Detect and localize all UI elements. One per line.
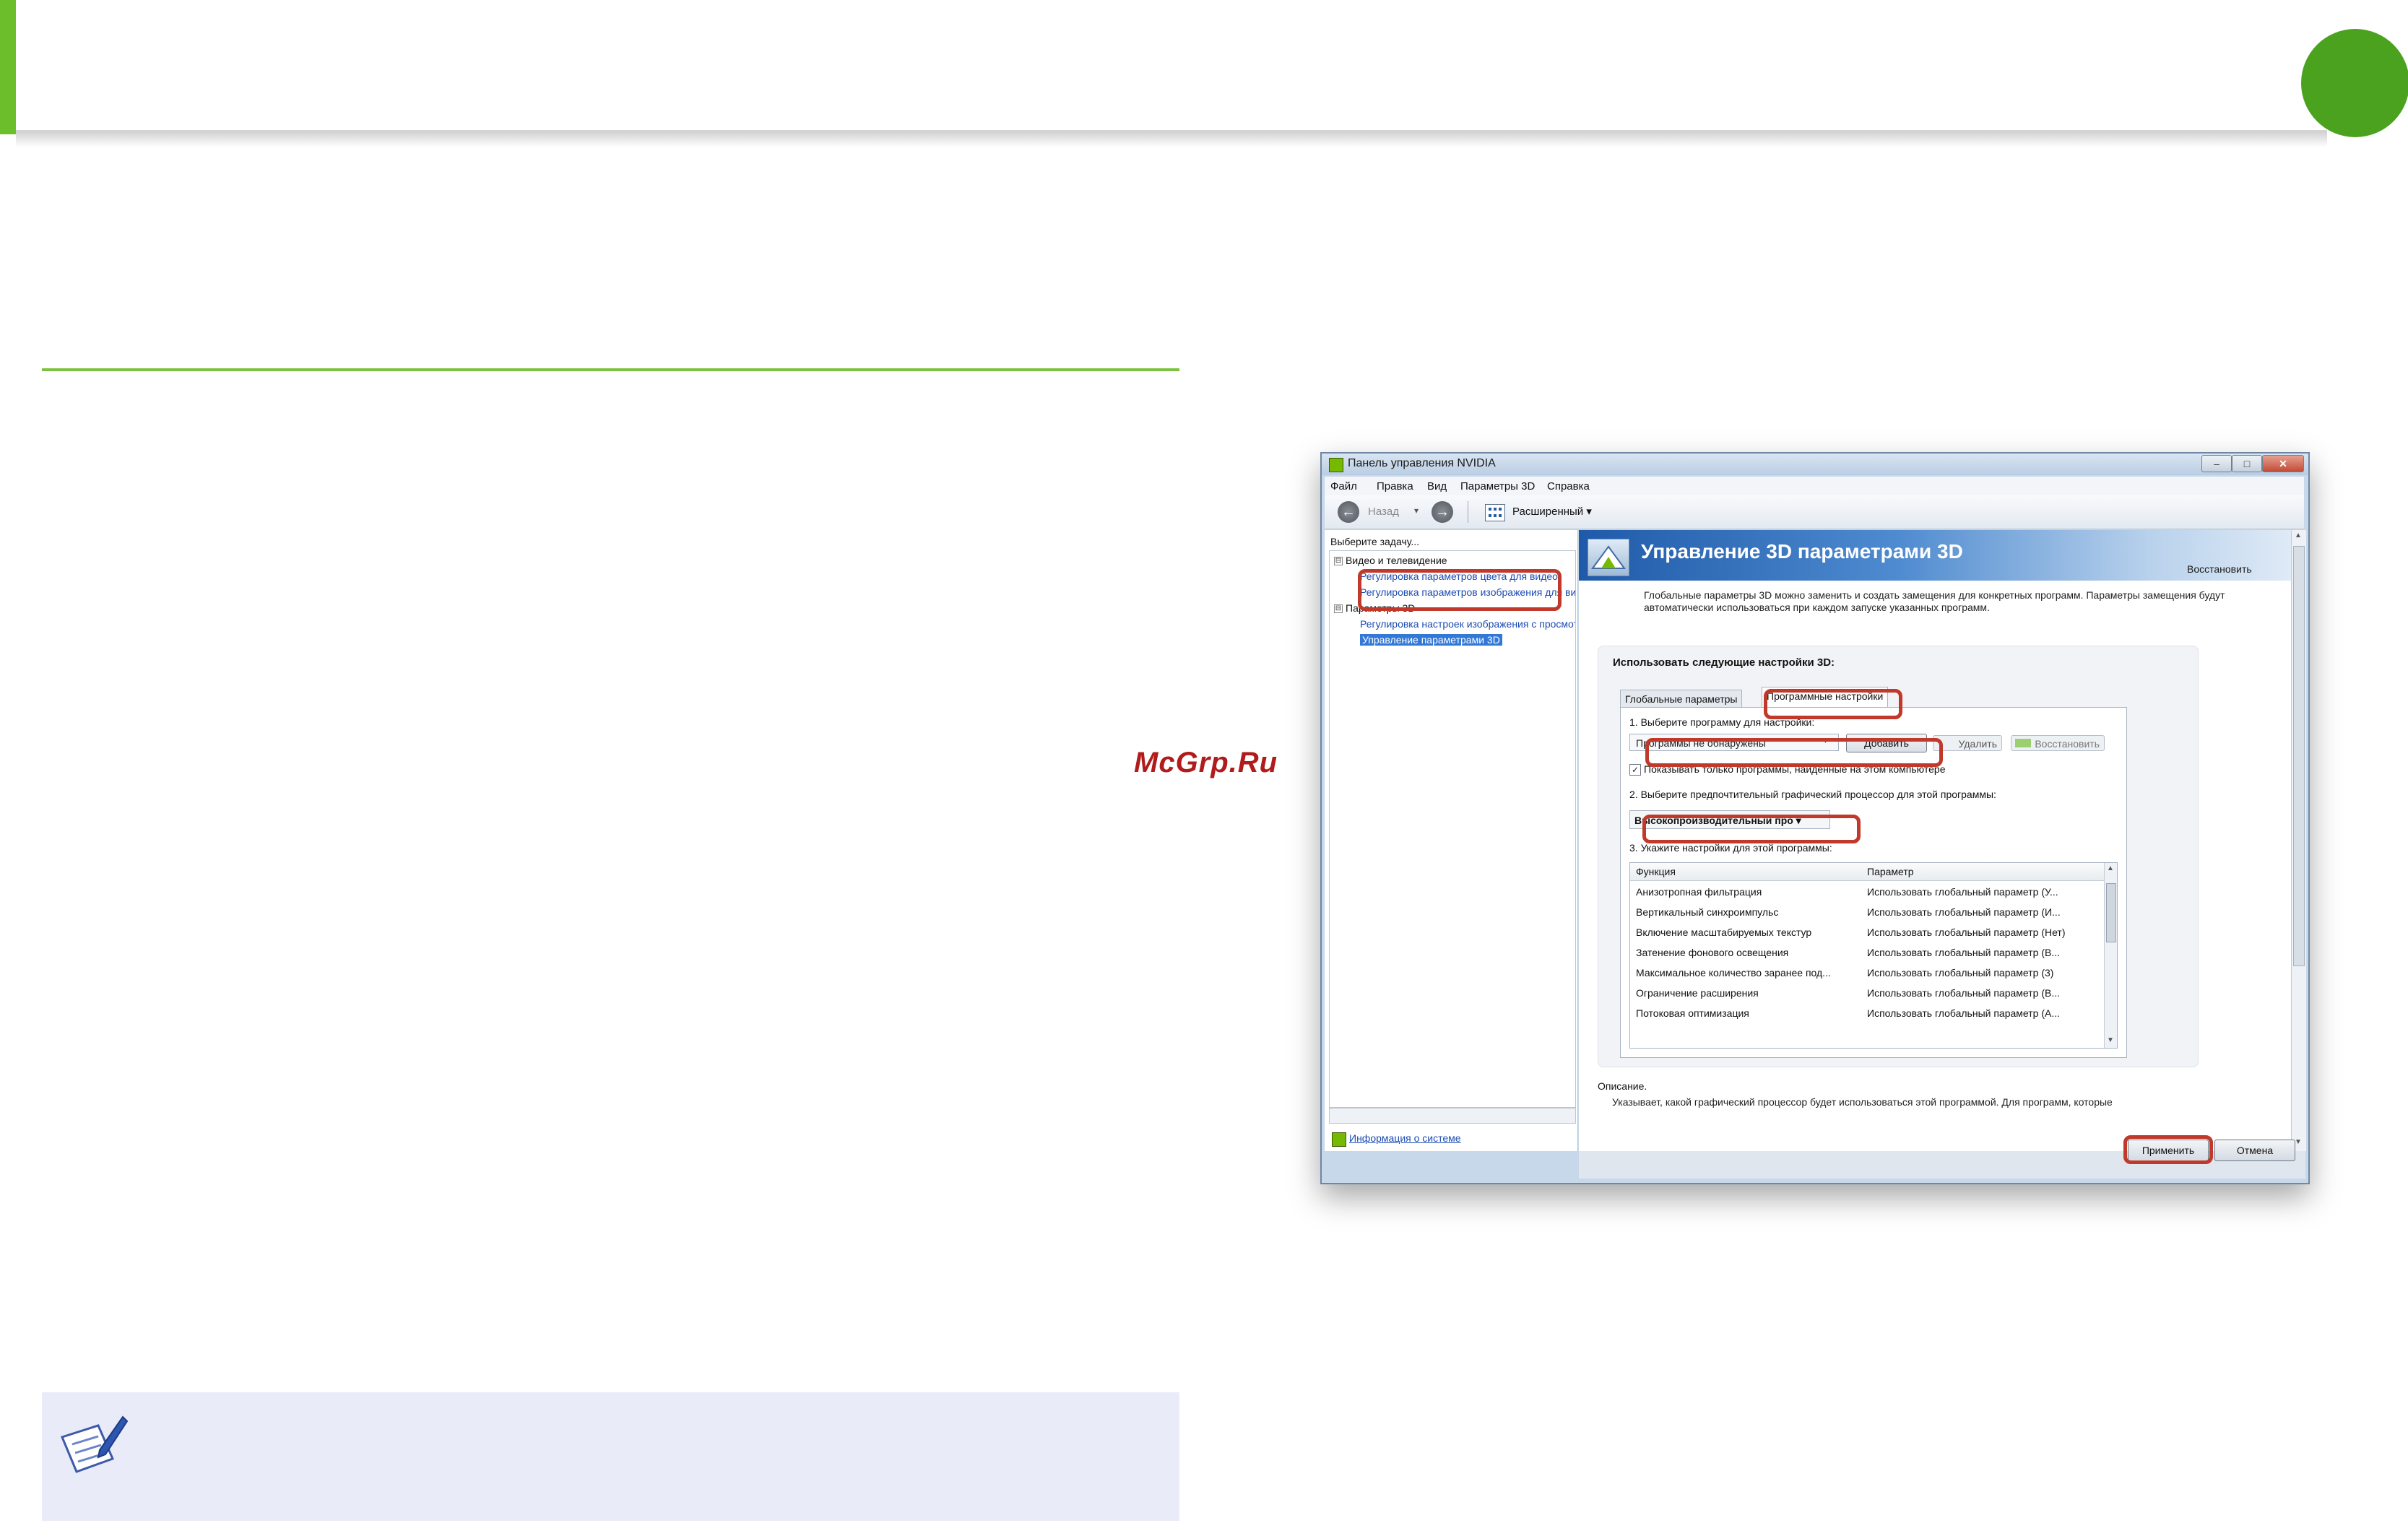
close-button[interactable]: ✕ — [2262, 455, 2304, 472]
back-button-label[interactable]: Назад — [1368, 506, 1399, 518]
watermark: McGrp.Ru — [1134, 747, 1278, 778]
grid-view-icon[interactable] — [1485, 504, 1505, 521]
scroll-up-icon[interactable]: ▲ — [2107, 864, 2114, 872]
window-title: Панель управления NVIDIA — [1348, 457, 1496, 469]
nvidia-control-panel-window: Панель управления NVIDIA – □ ✕ Файл Прав… — [1320, 452, 2310, 1184]
tree-category-video[interactable]: Видео и телевидение — [1346, 555, 1447, 566]
minimize-button[interactable]: – — [2201, 455, 2232, 472]
table-cell-param[interactable]: Использовать глобальный параметр (У... — [1867, 886, 2058, 898]
remove-program-button[interactable]: Удалить — [1933, 735, 2002, 751]
content-header: Управление 3D параметрами 3D Восстановит… — [1579, 530, 2291, 581]
page-title: Управление 3D параметрами 3D — [1641, 540, 1963, 563]
system-info-link[interactable]: Информация о системе — [1349, 1132, 1461, 1144]
back-history-dropdown[interactable]: ▾ — [1414, 506, 1419, 516]
settings-list-header: Функция Параметр — [1630, 863, 2104, 881]
scroll-up-icon[interactable]: ▲ — [2295, 531, 2302, 539]
table-row[interactable]: Затенение фонового освещения — [1636, 947, 1788, 958]
highlight-program-select — [1645, 738, 1943, 767]
nvidia-info-icon — [1332, 1132, 1346, 1147]
settings-list-scroll-thumb[interactable] — [2106, 883, 2116, 942]
section-divider — [42, 368, 1179, 371]
arrow-left-icon[interactable]: ← — [1338, 501, 1359, 523]
table-cell-param[interactable]: Использовать глобальный параметр (Нет) — [1867, 927, 2066, 938]
task-tree-hscrollbar[interactable] — [1329, 1108, 1576, 1124]
menu-bar: Файл Правка Вид Параметры 3D Справка — [1325, 477, 2304, 495]
tree-item-manage-3d[interactable]: Управление параметрами 3D — [1360, 634, 1502, 646]
task-tree: ⊟ Видео и телевидение Регулировка параме… — [1329, 550, 1576, 1108]
restore-icon — [2015, 739, 2031, 747]
menu-file[interactable]: Файл — [1330, 480, 1357, 493]
table-row[interactable]: Максимальное количество заранее под... — [1636, 967, 1831, 979]
header-divider — [16, 130, 2327, 147]
table-cell-param[interactable]: Использовать глобальный параметр (В... — [1867, 947, 2060, 958]
collapse-3d-icon[interactable]: ⊟ — [1334, 604, 1343, 613]
step2-label: 2. Выберите предпочтительный графический… — [1629, 789, 1996, 800]
description-text: Указывает, какой графический процессор б… — [1612, 1096, 2113, 1108]
menu-3d-settings[interactable]: Параметры 3D — [1460, 480, 1535, 493]
window-titlebar[interactable]: Панель управления NVIDIA – □ ✕ — [1322, 454, 2308, 475]
table-cell-param[interactable]: Использовать глобальный параметр (3) — [1867, 967, 2053, 979]
nvidia-logo-icon — [1329, 458, 1343, 472]
table-row[interactable]: Потоковая оптимизация — [1636, 1007, 1749, 1019]
tab-global-settings[interactable]: Глобальные параметры — [1620, 690, 1743, 708]
toolbar: ← Назад ▾ → Расширенный ▾ — [1325, 495, 2304, 529]
table-cell-param[interactable]: Использовать глобальный параметр (А... — [1867, 1007, 2060, 1019]
show-found-programs-checkbox[interactable]: ✓ — [1629, 764, 1641, 776]
3d-settings-icon — [1588, 539, 1629, 576]
table-row[interactable]: Ограничение расширения — [1636, 987, 1759, 999]
scroll-down-icon[interactable]: ▼ — [2295, 1138, 2302, 1146]
table-cell-param[interactable]: Использовать глобальный параметр (И... — [1867, 906, 2061, 918]
table-row[interactable]: Анизотропная фильтрация — [1636, 886, 1762, 898]
menu-edit[interactable]: Правка — [1377, 480, 1413, 493]
step3-label: 3. Укажите настройки для этой программы: — [1629, 842, 1832, 854]
collapse-video-icon[interactable]: ⊟ — [1334, 557, 1343, 565]
column-parameter[interactable]: Параметр — [1867, 866, 1914, 877]
description-label: Описание. — [1598, 1080, 1647, 1092]
settings-group-label: Использовать следующие настройки 3D: — [1613, 656, 1835, 669]
task-pane: Выберите задачу... ⊟ Видео и телевидение… — [1325, 530, 1578, 1151]
highlight-apply-button — [2123, 1135, 2213, 1164]
menu-view[interactable]: Вид — [1427, 480, 1447, 493]
page-marker-circle — [2301, 29, 2408, 137]
tree-item-manage-3d-label[interactable]: Управление параметрами 3D — [1360, 634, 1502, 646]
maximize-button[interactable]: □ — [2232, 455, 2262, 472]
highlight-gpu-select — [1642, 815, 1861, 843]
page-description: Глобальные параметры 3D можно заменить и… — [1644, 589, 2225, 613]
note-pencil-icon — [60, 1415, 129, 1473]
note-box — [42, 1392, 1179, 1521]
table-row[interactable]: Вертикальный синхроимпульс — [1636, 906, 1778, 918]
header-accent-bar — [0, 0, 16, 134]
task-pane-label: Выберите задачу... — [1330, 536, 1419, 547]
menu-help[interactable]: Справка — [1547, 480, 1590, 493]
table-cell-param[interactable]: Использовать глобальный параметр (В... — [1867, 987, 2060, 999]
highlight-video-items — [1358, 569, 1562, 611]
cancel-button[interactable]: Отмена — [2214, 1140, 2295, 1161]
column-function[interactable]: Функция — [1636, 866, 1676, 877]
settings-list: Функция Параметр Анизотропная фильтрация… — [1629, 862, 2118, 1049]
scroll-down-icon[interactable]: ▼ — [2107, 1036, 2114, 1044]
highlight-program-tab — [1764, 689, 1902, 719]
restore-link[interactable]: Восстановить — [2187, 563, 2252, 575]
table-row[interactable]: Включение масштабируемых текстур — [1636, 927, 1811, 938]
view-mode-dropdown[interactable]: Расширенный ▾ — [1512, 505, 1592, 518]
content-scroll-thumb[interactable] — [2293, 546, 2305, 966]
arrow-right-icon[interactable]: → — [1432, 501, 1453, 523]
tree-item-3d-preview[interactable]: Регулировка настроек изображения с просм… — [1360, 618, 1575, 630]
